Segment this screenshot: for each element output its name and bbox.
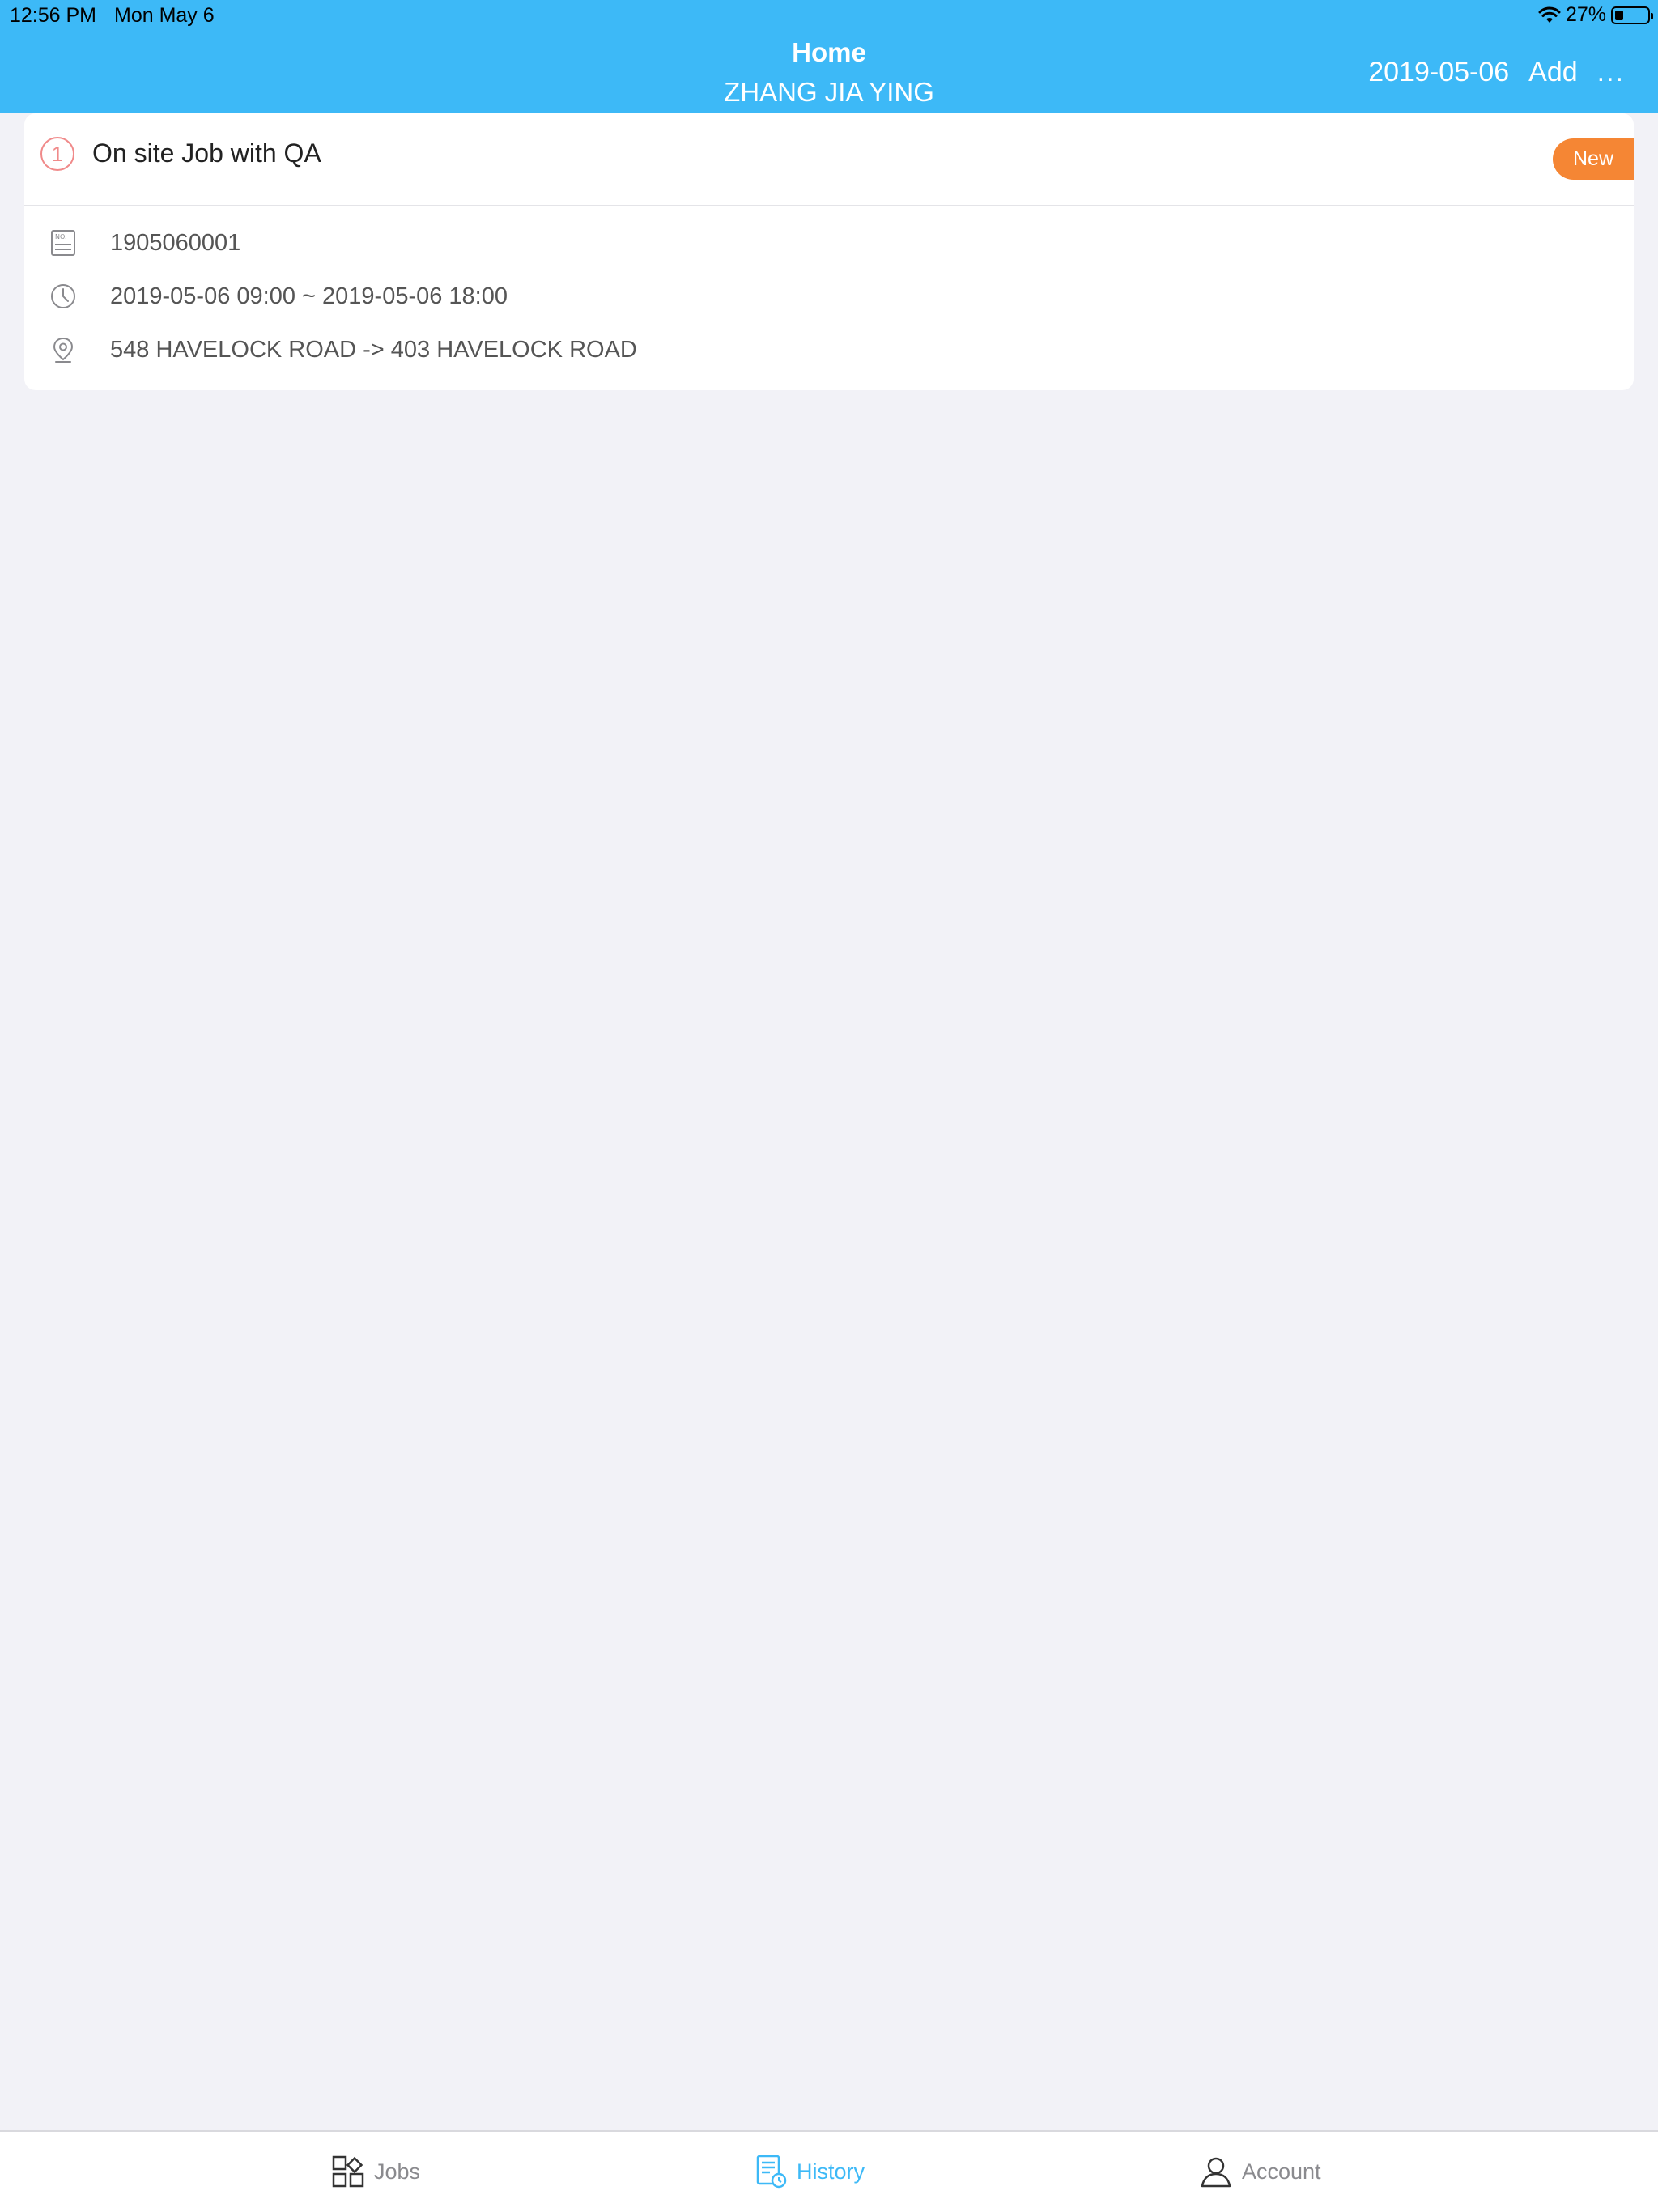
- header-actions: 2019-05-06 Add ...: [1368, 57, 1625, 88]
- more-button[interactable]: ...: [1597, 57, 1625, 88]
- tab-jobs[interactable]: Jobs: [330, 2154, 420, 2189]
- tab-jobs-label: Jobs: [374, 2159, 421, 2184]
- grid-icon: [332, 2155, 364, 2188]
- location-pin-icon: [53, 337, 74, 363]
- add-button[interactable]: Add: [1528, 57, 1578, 88]
- number-doc-icon: NO.: [51, 230, 75, 256]
- tab-account-label: Account: [1242, 2159, 1321, 2184]
- status-time: 12:56 PM: [10, 4, 97, 27]
- job-number: 1905060001: [110, 229, 241, 256]
- job-route: 548 HAVELOCK ROAD -> 403 HAVELOCK ROAD: [110, 336, 637, 363]
- job-number-row: NO. 1905060001: [49, 228, 240, 257]
- wifi-icon: [1538, 6, 1561, 23]
- job-index-badge: 1: [40, 137, 74, 171]
- status-indicators: 27%: [1538, 3, 1653, 27]
- tab-bar: Jobs History Account: [0, 2130, 1658, 2212]
- job-time-row: 2019-05-06 09:00 ~ 2019-05-06 18:00: [49, 282, 508, 311]
- job-title: On site Job with QA: [92, 138, 321, 168]
- svg-text:NO.: NO.: [55, 233, 67, 240]
- job-card-header: 1 On site Job with QA New: [24, 113, 1634, 206]
- tab-account[interactable]: Account: [1198, 2154, 1321, 2189]
- status-date: Mon May 6: [114, 4, 215, 27]
- tab-history[interactable]: History: [753, 2154, 865, 2189]
- history-doc-icon: [756, 2155, 787, 2189]
- clock-icon: [51, 284, 75, 308]
- date-picker-button[interactable]: 2019-05-06: [1368, 57, 1509, 88]
- user-icon: [1201, 2157, 1231, 2188]
- job-time-range: 2019-05-06 09:00 ~ 2019-05-06 18:00: [110, 283, 508, 309]
- battery-fill: [1615, 10, 1623, 20]
- battery-icon: [1611, 6, 1653, 24]
- job-route-row: 548 HAVELOCK ROAD -> 403 HAVELOCK ROAD: [49, 335, 637, 364]
- tab-history-label: History: [797, 2159, 865, 2184]
- status-badge: New: [1553, 138, 1634, 180]
- battery-percent: 27%: [1565, 3, 1606, 26]
- job-card[interactable]: 1 On site Job with QA New NO. 1905060001…: [24, 113, 1634, 390]
- header-bar: 12:56 PM Mon May 6 27% Home ZHANG JIA YI…: [0, 0, 1658, 113]
